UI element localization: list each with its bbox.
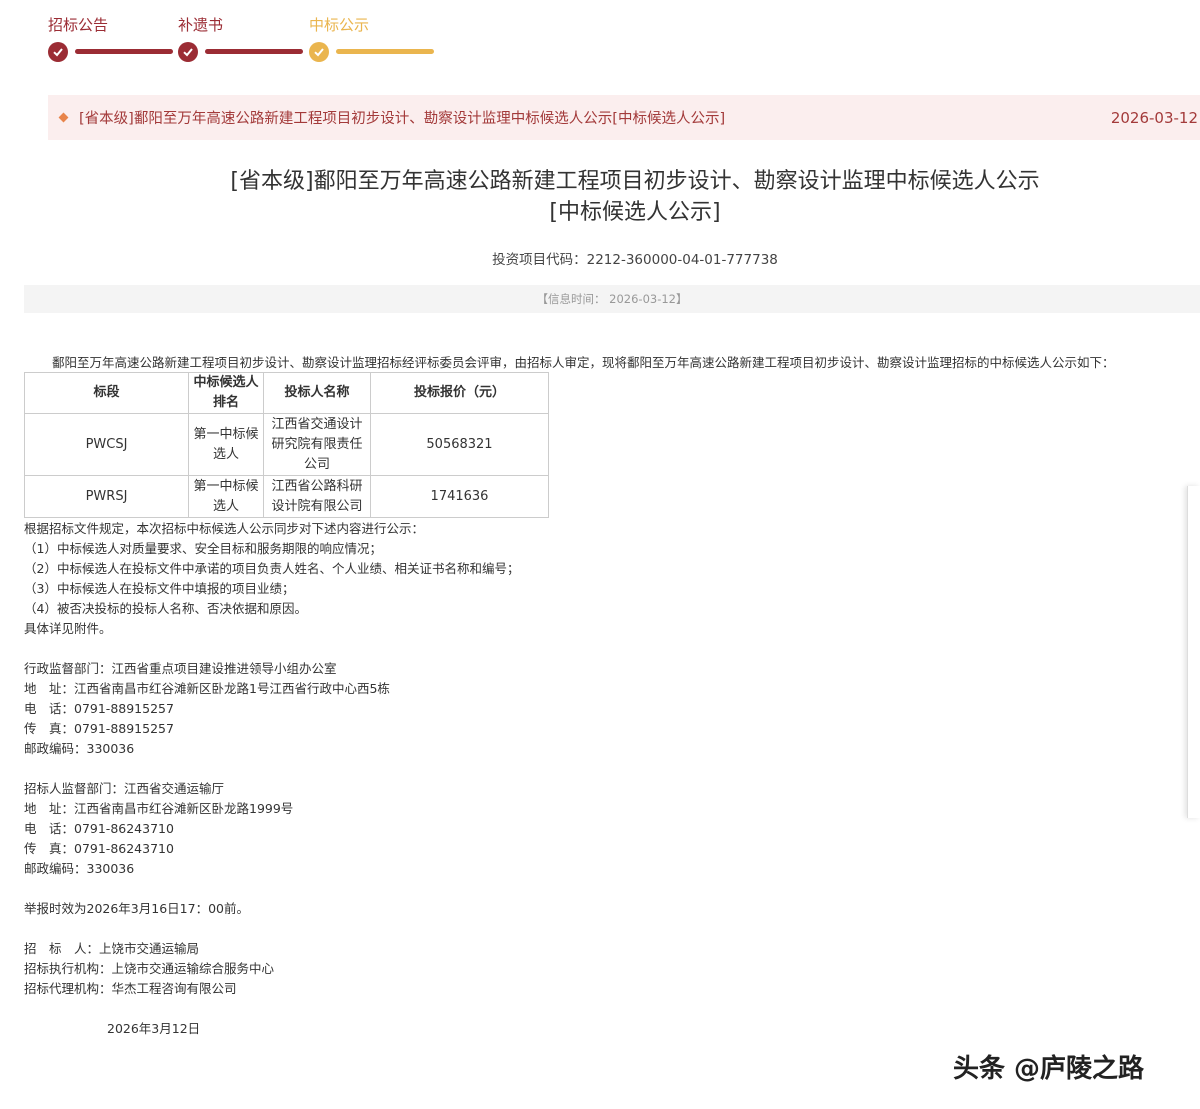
- notice-title[interactable]: [省本级]鄱阳至万年高速公路新建工程项目初步设计、勘察设计监理中标候选人公示[中…: [79, 107, 1111, 128]
- sign-date: 2026年3月12日: [107, 1021, 201, 1036]
- project-code: 投资项目代码：2212-360000-04-01-777738: [492, 252, 778, 268]
- step-addendum[interactable]: 补遗书: [178, 14, 224, 62]
- page-title-line1: [省本级]鄱阳至万年高速公路新建工程项目初步设计、勘察设计监理中标候选人公示: [230, 169, 1040, 194]
- side-panel-edge[interactable]: [1187, 486, 1200, 818]
- check-icon: [178, 42, 198, 62]
- table-cell: PWRSJ: [24, 475, 189, 518]
- announcement-body: 根据招标文件规定，本次招标中标候选人公示同步对下述内容进行公示： （1）中标候选…: [24, 519, 824, 1039]
- body-paragraph: （2）中标候选人在投标文件中承诺的项目负责人姓名、个人业绩、相关证书名称和编号；: [24, 561, 520, 576]
- admin-phone: 电 话：0791-88915257: [24, 701, 174, 716]
- table-header: 投标人名称: [263, 372, 371, 414]
- body-paragraph: 根据招标文件规定，本次招标中标候选人公示同步对下述内容进行公示：: [24, 521, 425, 536]
- table-cell: 50568321: [370, 413, 549, 476]
- notice-date: 2026-03-12: [1110, 108, 1198, 127]
- info-time: 【信息时间： 2026-03-12】: [24, 285, 1200, 313]
- page-title-line2: [中标候选人公示]: [549, 200, 721, 225]
- step-connector: [336, 49, 434, 54]
- diamond-bullet-icon: [58, 112, 69, 123]
- owner-fax: 传 真：0791-86243710: [24, 841, 174, 856]
- page-title: [省本级]鄱阳至万年高速公路新建工程项目初步设计、勘察设计监理中标候选人公示 […: [120, 166, 1150, 228]
- body-paragraph: （4）被否决投标的投标人名称、否决依据和原因。: [24, 601, 307, 616]
- table-header: 标段: [24, 372, 189, 414]
- table-cell: 江西省公路科研设计院有限公司: [263, 475, 371, 518]
- admin-dept: 行政监督部门：江西省重点项目建设推进领导小组办公室: [24, 661, 337, 676]
- admin-fax: 传 真：0791-88915257: [24, 721, 174, 736]
- candidate-table: 标段 中标候选人排名 投标人名称 投标报价（元） PWCSJ 第一中标候选人 江…: [24, 372, 549, 518]
- report-deadline: 举报时效为2026年3月16日17：00前。: [24, 901, 249, 916]
- step-label: 中标公示: [309, 16, 370, 34]
- table-header-row: 标段 中标候选人排名 投标人名称 投标报价（元）: [24, 372, 549, 414]
- step-connector: [75, 49, 173, 54]
- executing-agency: 招标执行机构：上饶市交通运输综合服务中心: [24, 961, 275, 976]
- table-header: 投标报价（元）: [370, 372, 549, 414]
- step-bid-announcement[interactable]: 招标公告: [48, 14, 109, 62]
- check-icon: [48, 42, 68, 62]
- owner-phone: 电 话：0791-86243710: [24, 821, 174, 836]
- notice-bar[interactable]: [省本级]鄱阳至万年高速公路新建工程项目初步设计、勘察设计监理中标候选人公示[中…: [48, 95, 1200, 140]
- watermark: 头条 @庐陵之路: [953, 1054, 1145, 1084]
- table-cell: PWCSJ: [24, 413, 189, 476]
- body-paragraph: （3）中标候选人在投标文件中填报的项目业绩；: [24, 581, 295, 596]
- body-paragraph: 具体详见附件。: [24, 621, 112, 636]
- step-label: 招标公告: [48, 16, 109, 34]
- table-cell: 第一中标候选人: [188, 413, 264, 476]
- owner-address: 地 址：江西省南昌市红谷滩新区卧龙路1999号: [24, 801, 294, 816]
- table-cell: 1741636: [370, 475, 549, 518]
- table-header: 中标候选人排名: [188, 372, 264, 414]
- bidding-agent: 招标代理机构：华杰工程咨询有限公司: [24, 981, 237, 996]
- intro-paragraph: 鄱阳至万年高速公路新建工程项目初步设计、勘察设计监理招标经评标委员会评审，由招标…: [52, 355, 1115, 370]
- step-award-notice[interactable]: 中标公示: [309, 14, 370, 62]
- owner-zip: 邮政编码：330036: [24, 861, 135, 876]
- admin-address: 地 址：江西省南昌市红谷滩新区卧龙路1号江西省行政中心西5栋: [24, 681, 390, 696]
- admin-zip: 邮政编码：330036: [24, 741, 135, 756]
- tenderer: 招 标 人：上饶市交通运输局: [24, 941, 200, 956]
- body-paragraph: （1）中标候选人对质量要求、安全目标和服务期限的响应情况；: [24, 541, 382, 556]
- table-row: PWRSJ 第一中标候选人 江西省公路科研设计院有限公司 1741636: [24, 475, 549, 518]
- owner-dept: 招标人监督部门：江西省交通运输厅: [24, 781, 225, 796]
- check-icon: [309, 42, 329, 62]
- step-label: 补遗书: [178, 16, 224, 34]
- table-row: PWCSJ 第一中标候选人 江西省交通设计研究院有限责任公司 50568321: [24, 413, 549, 476]
- progress-steps: 招标公告 补遗书 中标公示: [48, 14, 448, 66]
- table-cell: 第一中标候选人: [188, 475, 264, 518]
- table-cell: 江西省交通设计研究院有限责任公司: [263, 413, 371, 476]
- step-connector: [205, 49, 303, 54]
